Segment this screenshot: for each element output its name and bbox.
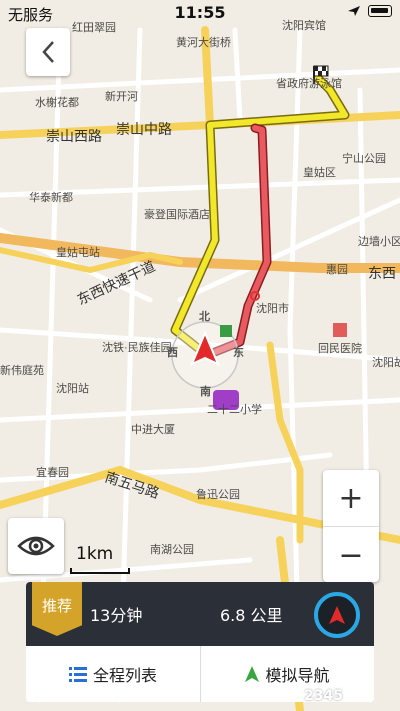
scale-bar bbox=[70, 568, 130, 574]
poi-label: 鲁迅公园 bbox=[196, 487, 240, 501]
poi-label: 回民医院 bbox=[318, 341, 362, 355]
status-bar: 无服务 11:55 bbox=[0, 0, 400, 26]
poi-label: 惠园 bbox=[326, 262, 348, 276]
battery-icon bbox=[368, 5, 392, 17]
zoom-out-button[interactable]: − bbox=[323, 526, 379, 583]
navigation-arrow-icon bbox=[329, 606, 345, 624]
poi-label: 中进大厦 bbox=[131, 422, 175, 436]
poi-label: 南湖公园 bbox=[150, 543, 194, 556]
heading-east-label: 东 bbox=[233, 345, 244, 359]
poi-label: 沈阳市 bbox=[256, 301, 289, 315]
navigate-button[interactable] bbox=[314, 592, 360, 638]
poi-label: 新开河 bbox=[105, 89, 138, 103]
poi-label: 新伟庭苑 bbox=[0, 363, 44, 377]
heading-south-label: 南 bbox=[200, 384, 211, 398]
route-duration: 13分钟 bbox=[90, 606, 143, 625]
route-distance: 6.8 公里 bbox=[220, 606, 283, 625]
poi-label: 华泰新都 bbox=[29, 190, 73, 204]
heading-north-label: 北 bbox=[199, 309, 210, 323]
road-label: 崇山西路 bbox=[46, 128, 102, 144]
simulate-navigation-label: 模拟导航 bbox=[265, 666, 330, 685]
status-icons bbox=[346, 5, 392, 17]
poi-label: 豪登国际酒店 bbox=[144, 207, 210, 221]
poi-label: 边墙小区 bbox=[358, 234, 400, 248]
poi-label: 沈铁·民族佳园 bbox=[102, 340, 172, 354]
road-label: 东西 bbox=[368, 265, 396, 281]
full-route-list-button[interactable]: 全程列表 bbox=[26, 646, 200, 702]
back-button[interactable] bbox=[26, 28, 70, 76]
full-route-list-label: 全程列表 bbox=[92, 666, 157, 685]
poi-label: 宜春园 bbox=[36, 465, 69, 479]
list-icon bbox=[68, 667, 87, 682]
view-toggle-button[interactable] bbox=[8, 518, 64, 574]
status-time: 11:55 bbox=[174, 3, 226, 22]
zoom-control: + − bbox=[323, 470, 379, 582]
zoom-in-button[interactable]: + bbox=[323, 470, 379, 526]
watermark: 2345 bbox=[304, 688, 343, 704]
poi-label: 宁山公园 bbox=[342, 151, 386, 165]
poi-label: 沈阳故 bbox=[372, 355, 400, 369]
eye-icon bbox=[17, 536, 55, 556]
heading-west-label: 西 bbox=[167, 346, 178, 359]
poi-label: 沈阳站 bbox=[56, 381, 89, 395]
poi-label: 黄河大街桥 bbox=[176, 35, 231, 49]
map-scale: 1km bbox=[70, 544, 130, 574]
poi-label: 二十二小学 bbox=[207, 402, 262, 416]
poi-label: 水榭花都 bbox=[35, 95, 79, 109]
road-label: 崇山中路 bbox=[116, 121, 172, 137]
chevron-left-icon bbox=[42, 41, 54, 63]
route-summary[interactable]: 推荐 13分钟 6.8 公里 bbox=[26, 582, 374, 646]
poi-label: 皇姑区 bbox=[303, 165, 336, 179]
simulate-navigation-button[interactable]: 模拟导航 bbox=[200, 646, 374, 702]
scale-label: 1km bbox=[76, 544, 114, 564]
location-arrow-icon bbox=[348, 6, 360, 16]
poi-label: 省政府游泳馆 bbox=[276, 76, 342, 90]
recommend-badge: 推荐 bbox=[32, 582, 82, 636]
poi-label: 皇姑屯站 bbox=[56, 245, 100, 259]
navigation-arrow-icon bbox=[245, 666, 260, 682]
